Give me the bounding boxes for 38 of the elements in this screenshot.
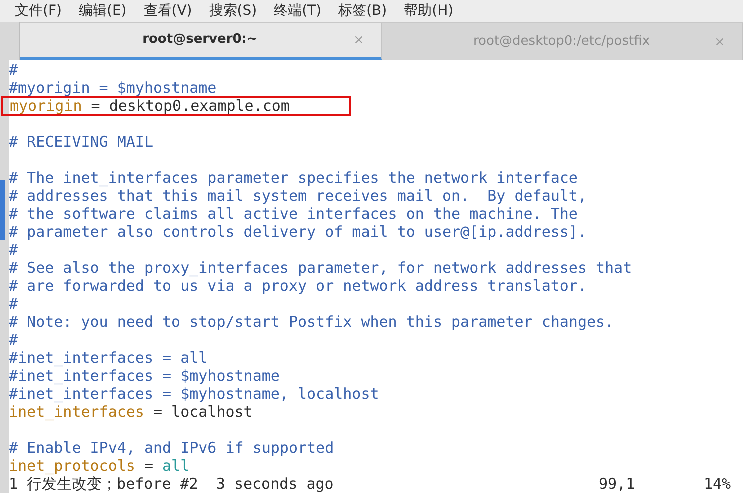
code-token: inet_interfaces [9,403,144,421]
code-token: #inet_interfaces = $myhostname [9,367,280,385]
menu-item[interactable]: 标签(B) [338,0,388,22]
code-token: # Note: you need to stop/start Postfix when this parameter changes. [9,313,614,331]
code-token: # Enable IPv4, and IPv6 if supported [9,439,334,457]
menu-item[interactable]: 文件(F) [15,0,62,22]
menu-item[interactable]: 帮助(H) [404,0,454,22]
code-token: = desktop0.example.com [90,97,290,115]
scroll-percent: 14% [704,475,732,493]
code-token: #inet_interfaces = $myhostname, localhost [9,385,380,403]
code-token: # parameter also controls delivery of mail to user@[ip.address]. [9,223,587,241]
close-icon[interactable] [352,34,364,46]
code-token: inet_protocols [9,457,136,475]
status-message: 1 行发生改变；before #2 3 seconds ago [9,475,335,493]
menu-item[interactable]: 查看(V) [144,0,192,22]
cursor-position: 99,1 [599,475,636,493]
code-token: = localhost [152,403,253,421]
menu-item[interactable]: 搜索(S) [209,0,258,22]
code-token: # See also the proxy_interfaces parameter, for network addresses that [9,259,632,277]
code-token: # the software claims all active interfaces on the machine. The [9,205,578,223]
menu-item[interactable]: 编辑(E) [78,0,127,22]
code-token: #myorigin = $myhostname [9,79,217,97]
code-token: #inet_interfaces = all [9,349,208,367]
code-token: # addresses that this mail system receives mail on. By default, [9,187,587,205]
code-token: # The inet_interfaces parameter specifies the network interface [9,169,578,187]
close-icon[interactable] [714,36,726,48]
code-token: = [143,457,154,475]
code-token: # [9,295,18,313]
code-token: # [9,61,18,79]
code-token: myorigin [10,97,82,115]
terminal-tab[interactable]: root@server0:~ [20,23,382,60]
code-token: # are forwarded to us via a proxy or network address translator. [9,277,587,295]
code-token: # [9,331,18,349]
code-token: # [9,241,18,259]
menu-item[interactable]: 终端(T) [274,0,322,22]
code-token: # RECEIVING MAIL [9,133,154,151]
code-token: all [162,457,190,475]
scroll-marker [0,180,5,240]
